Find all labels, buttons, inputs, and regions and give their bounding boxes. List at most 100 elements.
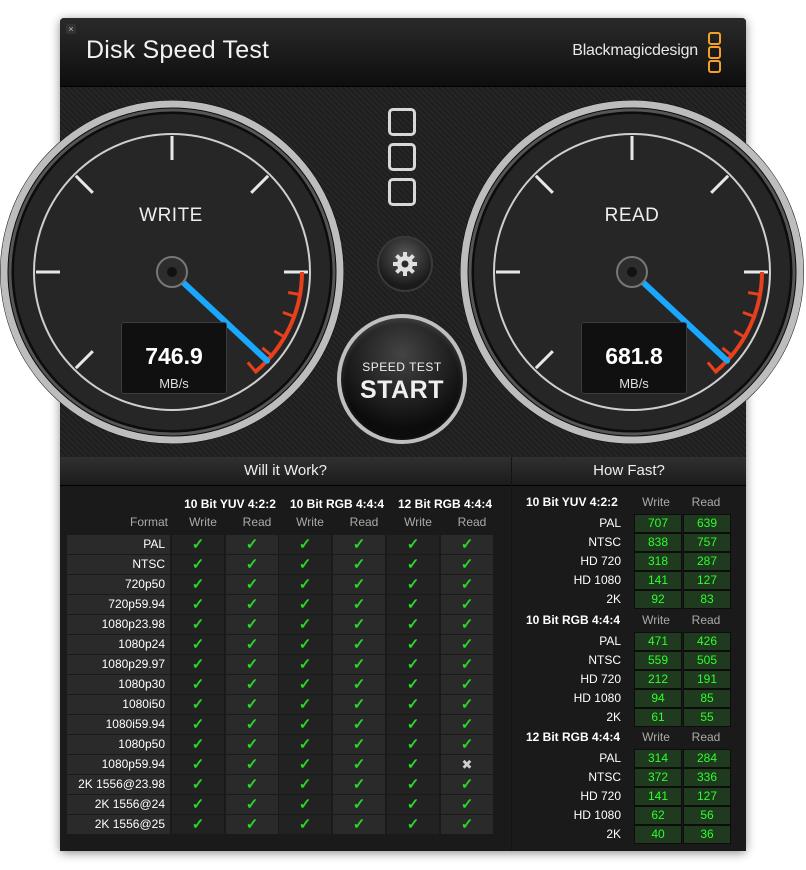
format-label: 1080i59.94 bbox=[67, 715, 170, 734]
start-button[interactable]: SPEED TEST START bbox=[337, 314, 467, 444]
compat-cell: ✓ bbox=[279, 795, 331, 814]
read-speed-unit: MB/s bbox=[619, 376, 649, 391]
check-icon: ✓ bbox=[191, 776, 205, 793]
how-fast-panel: How Fast? 10 Bit YUV 4:2:2 Write Read PAL 70… bbox=[512, 457, 746, 851]
compat-cell: ✓ bbox=[387, 555, 439, 574]
check-icon: ✓ bbox=[298, 656, 312, 673]
check-icon: ✓ bbox=[298, 816, 312, 833]
will-group-header: 12 Bit RGB 4:4:4 bbox=[397, 497, 493, 511]
compat-cell: ✓ bbox=[279, 655, 331, 674]
check-icon: ✓ bbox=[406, 796, 420, 813]
compat-cell: ✓ bbox=[441, 555, 493, 574]
how-group-header: 10 Bit RGB 4:4:4 bbox=[526, 613, 621, 627]
check-icon: ✓ bbox=[352, 656, 366, 673]
compat-cell: ✓ bbox=[441, 715, 493, 734]
compat-cell: ✓ bbox=[279, 575, 331, 594]
compat-cell: ✓ bbox=[387, 675, 439, 694]
compat-cell: ✓ bbox=[226, 535, 278, 554]
check-icon: ✓ bbox=[352, 636, 366, 653]
compat-cell: ✓ bbox=[333, 715, 385, 734]
check-icon: ✓ bbox=[460, 696, 474, 713]
check-icon: ✓ bbox=[191, 656, 205, 673]
how-row-label: PAL bbox=[599, 516, 621, 530]
compat-cell: ✓ bbox=[172, 795, 224, 814]
gear-icon bbox=[393, 252, 417, 276]
check-icon: ✓ bbox=[298, 556, 312, 573]
compat-cell: ✓ bbox=[226, 715, 278, 734]
format-label: 720p59.94 bbox=[67, 595, 170, 614]
compat-cell: ✓ bbox=[226, 575, 278, 594]
how-write-col-label: Write bbox=[642, 495, 670, 509]
read-speed-cell: 127 bbox=[683, 571, 731, 590]
compat-cell: ✓ bbox=[333, 615, 385, 634]
cross-icon: ✖ bbox=[461, 757, 473, 772]
read-readout: 681.8 MB/s bbox=[581, 322, 687, 394]
read-speed-cell: 85 bbox=[683, 689, 731, 708]
check-icon: ✓ bbox=[460, 716, 474, 733]
compat-cell: ✓ bbox=[172, 635, 224, 654]
compat-cell: ✓ bbox=[172, 555, 224, 574]
write-gauge-label: WRITE bbox=[139, 205, 203, 226]
check-icon: ✓ bbox=[245, 696, 259, 713]
check-icon: ✓ bbox=[245, 536, 259, 553]
compat-cell: ✓ bbox=[279, 595, 331, 614]
read-speed-cell: 55 bbox=[683, 708, 731, 727]
read-gauge-hub-center bbox=[627, 267, 637, 277]
will-it-work-title: Will it Work? bbox=[60, 457, 511, 486]
compat-cell: ✓ bbox=[279, 615, 331, 634]
compat-cell: ✓ bbox=[333, 655, 385, 674]
how-row-label: 2K bbox=[606, 710, 621, 724]
compat-cell: ✓ bbox=[441, 675, 493, 694]
check-icon: ✓ bbox=[352, 616, 366, 633]
compat-cell: ✓ bbox=[441, 695, 493, 714]
check-icon: ✓ bbox=[460, 736, 474, 753]
check-icon: ✓ bbox=[245, 796, 259, 813]
write-speed-cell: 559 bbox=[634, 651, 682, 670]
check-icon: ✓ bbox=[298, 596, 312, 613]
write-speed-cell: 707 bbox=[634, 514, 682, 533]
check-icon: ✓ bbox=[460, 656, 474, 673]
check-icon: ✓ bbox=[191, 536, 205, 553]
check-icon: ✓ bbox=[406, 676, 420, 693]
compat-cell: ✓ bbox=[172, 675, 224, 694]
check-icon: ✓ bbox=[245, 816, 259, 833]
compat-cell: ✓ bbox=[387, 635, 439, 654]
compat-cell: ✓ bbox=[387, 735, 439, 754]
read-gauge-label: READ bbox=[604, 205, 660, 226]
blackmagic-logo-icon bbox=[388, 108, 416, 213]
compat-cell: ✓ bbox=[441, 635, 493, 654]
check-icon: ✓ bbox=[406, 576, 420, 593]
will-write-col-label: Write bbox=[189, 515, 217, 529]
write-speed-cell: 838 bbox=[634, 533, 682, 552]
will-it-work-panel: Will it Work? 10 Bit YUV 4:2:2 Write Read 1… bbox=[60, 457, 511, 851]
check-icon: ✓ bbox=[298, 676, 312, 693]
check-icon: ✓ bbox=[406, 776, 420, 793]
compat-cell: ✓ bbox=[333, 535, 385, 554]
compat-cell: ✓ bbox=[333, 595, 385, 614]
compat-cell: ✓ bbox=[226, 635, 278, 654]
will-read-col-label: Read bbox=[457, 515, 487, 529]
settings-button[interactable] bbox=[377, 236, 433, 292]
check-icon: ✓ bbox=[191, 736, 205, 753]
check-icon: ✓ bbox=[352, 756, 366, 773]
check-icon: ✓ bbox=[460, 576, 474, 593]
read-speed-cell: 639 bbox=[683, 514, 731, 533]
compat-cell: ✓ bbox=[226, 655, 278, 674]
how-row-label: 2K bbox=[606, 592, 621, 606]
check-icon: ✓ bbox=[352, 776, 366, 793]
format-label: 1080p29.97 bbox=[67, 655, 170, 674]
check-icon: ✓ bbox=[191, 556, 205, 573]
check-icon: ✓ bbox=[191, 616, 205, 633]
check-icon: ✓ bbox=[460, 776, 474, 793]
read-speed-cell: 336 bbox=[683, 768, 731, 787]
compat-cell: ✓ bbox=[279, 715, 331, 734]
check-icon: ✓ bbox=[191, 636, 205, 653]
compat-cell: ✓ bbox=[333, 815, 385, 834]
compat-cell: ✓ bbox=[387, 755, 439, 774]
compat-cell: ✓ bbox=[441, 575, 493, 594]
how-row-label: NTSC bbox=[588, 653, 621, 667]
check-icon: ✓ bbox=[245, 556, 259, 573]
compat-cell: ✓ bbox=[441, 595, 493, 614]
compat-cell: ✓ bbox=[226, 775, 278, 794]
compat-cell: ✓ bbox=[226, 695, 278, 714]
